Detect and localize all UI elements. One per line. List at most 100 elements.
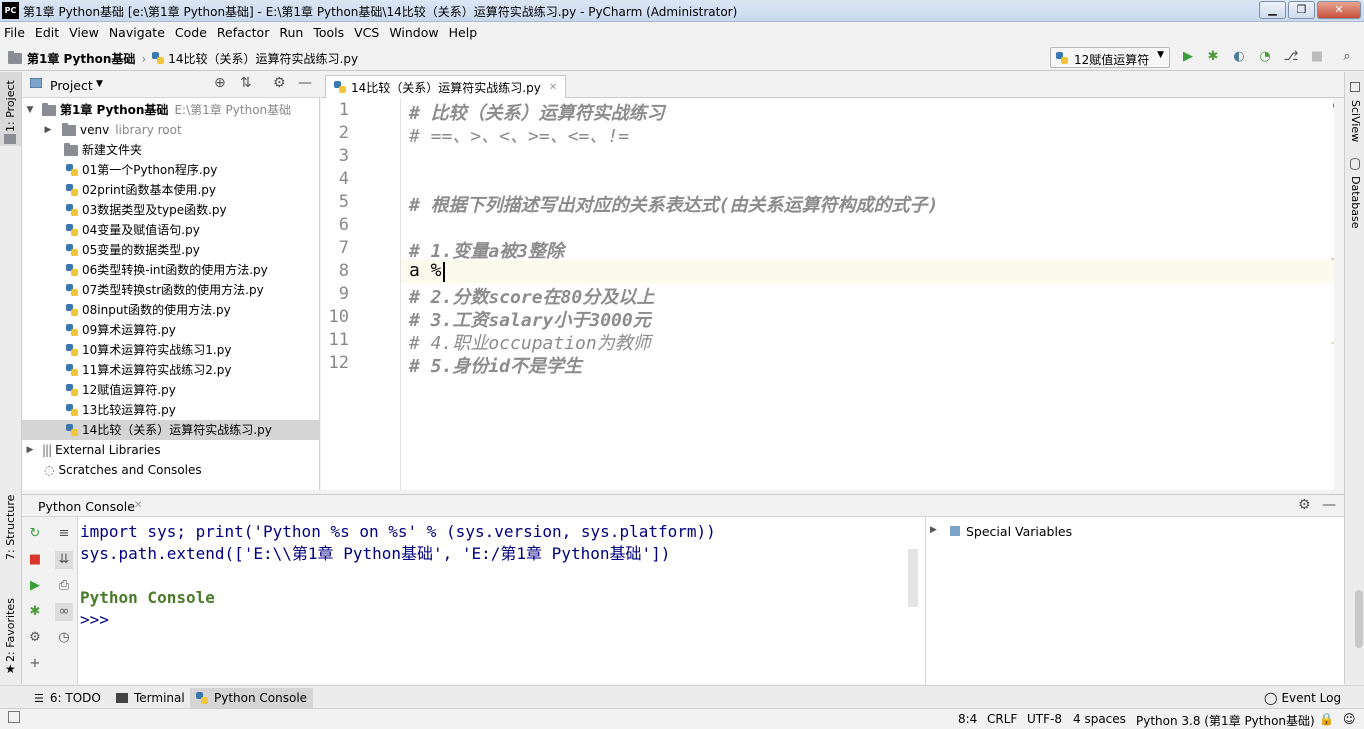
tree-file[interactable]: 07类型转换str函数的使用方法.py — [66, 280, 264, 300]
tree-root[interactable]: ▼ 第1章 Python基础 E:\第1章 Python基础 — [24, 100, 291, 120]
special-variables-label[interactable]: Special Variables — [966, 524, 1072, 539]
tree-scratches[interactable]: ◌ Scratches and Consoles — [44, 460, 202, 480]
hide-icon[interactable]: — — [1322, 497, 1336, 513]
tree-file[interactable]: 08input函数的使用方法.py — [66, 300, 231, 320]
indent-setting[interactable]: 4 spaces — [1073, 712, 1126, 726]
collapsed-arrow-icon[interactable]: ▶ — [930, 525, 937, 535]
tree-file[interactable]: 04变量及赋值语句.py — [66, 220, 200, 240]
rerun-icon[interactable]: ↻ — [26, 525, 44, 543]
tree-venv[interactable]: ▶ venv library root — [42, 120, 182, 140]
breadcrumb-file[interactable]: 14比较（关系）运算符实战练习.py — [168, 50, 358, 67]
event-log-tool-tab[interactable]: ◯ Event Log — [1258, 688, 1347, 708]
tool-windows-icon[interactable] — [8, 711, 20, 723]
history-icon[interactable]: ◷ — [55, 629, 73, 647]
menu-edit[interactable]: Edit — [31, 22, 63, 40]
structure-tool-label[interactable]: 7: Structure — [4, 495, 17, 560]
console-prompt[interactable]: >>> — [80, 609, 920, 631]
tree-file[interactable]: 10算术运算符实战练习1.py — [66, 340, 231, 360]
menu-tools[interactable]: Tools — [309, 22, 348, 40]
database-icon — [1350, 158, 1360, 170]
menu-vcs[interactable]: VCS — [350, 22, 383, 40]
menu-navigate[interactable]: Navigate — [105, 22, 169, 40]
terminal-tool-tab[interactable]: Terminal — [110, 688, 191, 708]
database-tool-label[interactable]: Database — [1349, 176, 1362, 229]
search-icon[interactable]: ⌕ — [1339, 49, 1355, 65]
tree-file[interactable]: 06类型转换-int函数的使用方法.py — [66, 260, 268, 280]
menu-run[interactable]: Run — [275, 22, 307, 40]
menu-file[interactable]: File — [0, 22, 29, 40]
tree-file[interactable]: 01第一个Python程序.py — [66, 160, 217, 180]
stop-icon[interactable]: ■ — [1309, 49, 1325, 65]
lock-icon[interactable]: 🔒 — [1319, 712, 1334, 726]
tree-file[interactable]: 03数据类型及type函数.py — [66, 200, 227, 220]
tree-file[interactable]: 13比较运算符.py — [66, 400, 176, 420]
close-tab-icon[interactable]: ✕ — [134, 500, 142, 511]
scroll-to-end-icon[interactable]: ⇊ — [55, 551, 73, 569]
tree-folder[interactable]: 新建文件夹 — [64, 140, 142, 160]
star-icon: ★ — [5, 662, 16, 676]
python-console-tool-tab[interactable]: Python Console — [190, 688, 314, 708]
minimize-button[interactable]: ▁ — [1259, 1, 1286, 19]
console-output[interactable]: import sys; print('Python %s on %s' % (s… — [80, 521, 920, 631]
gear-icon[interactable]: ⚙ — [1298, 497, 1311, 513]
editor-scrollbar[interactable] — [1334, 98, 1344, 490]
tree-file[interactable]: 12赋值运算符.py — [66, 380, 176, 400]
run-config-select[interactable]: 12赋值运算符 ▼ — [1050, 47, 1170, 68]
menu-refactor[interactable]: Refactor — [213, 22, 273, 40]
execute-icon[interactable]: ▶ — [26, 577, 44, 595]
tree-file[interactable]: 11算术运算符实战练习2.py — [66, 360, 231, 380]
code-editor[interactable]: 14比较（关系）运算符实战练习.py ✕ 1 2 3 4 5 6 7 8 9 1… — [321, 72, 1344, 490]
python-interpreter[interactable]: Python 3.8 (第1章 Python基础) — [1136, 712, 1315, 729]
add-console-icon[interactable]: + — [26, 655, 44, 673]
hide-icon[interactable]: — — [298, 75, 312, 91]
inspector-icon[interactable]: ☺ — [1343, 712, 1356, 726]
status-bar: 8:4 CRLF UTF-8 4 spaces Python 3.8 (第1章 … — [0, 708, 1364, 728]
close-button[interactable]: ✕ — [1317, 1, 1361, 19]
tree-file[interactable]: 05变量的数据类型.py — [66, 240, 200, 260]
console-output-scrollbar[interactable] — [908, 549, 918, 607]
tree-file[interactable]: 02print函数基本使用.py — [66, 180, 216, 200]
tree-file-selected[interactable]: 14比较（关系）运算符实战练习.py — [22, 420, 320, 440]
coverage-icon[interactable]: ◐ — [1231, 49, 1247, 65]
stop-icon[interactable]: ■ — [26, 551, 44, 569]
menu-code[interactable]: Code — [171, 22, 211, 40]
chevron-down-icon[interactable]: ▼ — [96, 79, 103, 89]
project-panel-title[interactable]: Project — [50, 78, 93, 93]
locate-icon[interactable]: ⊕ — [214, 75, 226, 91]
close-tab-icon[interactable]: ✕ — [549, 82, 557, 93]
tree-root-name: 第1章 Python基础 — [60, 103, 169, 117]
editor-tab-active[interactable]: 14比较（关系）运算符实战练习.py ✕ — [325, 75, 567, 98]
console-scrollbar[interactable] — [1355, 590, 1363, 648]
debug-icon[interactable]: ✱ — [1205, 49, 1221, 65]
profile-icon[interactable]: ◔ — [1257, 49, 1273, 65]
menu-help[interactable]: Help — [445, 22, 482, 40]
console-line: import sys; print('Python %s on %s' % (s… — [80, 522, 716, 541]
menu-window[interactable]: Window — [385, 22, 442, 40]
debug-icon[interactable]: ✱ — [26, 603, 44, 621]
python-file-icon — [66, 203, 78, 217]
print-icon[interactable]: ⎙ — [55, 577, 73, 595]
show-variables-icon[interactable]: ∞ — [55, 603, 73, 621]
left-tool-strip: 1: Project 7: Structure 2: Favorites ★ — [0, 72, 22, 684]
python-file-icon — [334, 80, 346, 94]
menu-view[interactable]: View — [65, 22, 103, 40]
tree-external-libraries[interactable]: ▶ ||| External Libraries — [24, 440, 161, 460]
console-tab-label[interactable]: Python Console — [38, 499, 135, 514]
soft-wrap-icon[interactable]: ≡ — [55, 525, 73, 543]
collapse-all-icon[interactable]: ⇅ — [240, 75, 252, 91]
favorites-tool-label[interactable]: 2: Favorites — [4, 598, 17, 662]
gear-icon[interactable]: ⚙ — [273, 75, 286, 91]
file-encoding[interactable]: UTF-8 — [1027, 712, 1062, 726]
console-banner: Python Console — [80, 588, 215, 607]
run-icon[interactable]: ▶ — [1180, 49, 1196, 65]
breadcrumb-project[interactable]: 第1章 Python基础 — [27, 50, 135, 67]
line-separator[interactable]: CRLF — [987, 712, 1017, 726]
settings-icon[interactable]: ⚙ — [26, 629, 44, 647]
line-number: 12 — [328, 353, 349, 373]
sciview-tool-label[interactable]: SciView — [1349, 100, 1362, 142]
maximize-button[interactable]: ❐ — [1288, 1, 1315, 19]
run-menu-icon[interactable]: ⎇ — [1283, 49, 1299, 65]
todo-tool-tab[interactable]: ☰ 6: TODO — [28, 688, 107, 708]
caret-position[interactable]: 8:4 — [958, 712, 977, 726]
tree-file[interactable]: 09算术运算符.py — [66, 320, 176, 340]
